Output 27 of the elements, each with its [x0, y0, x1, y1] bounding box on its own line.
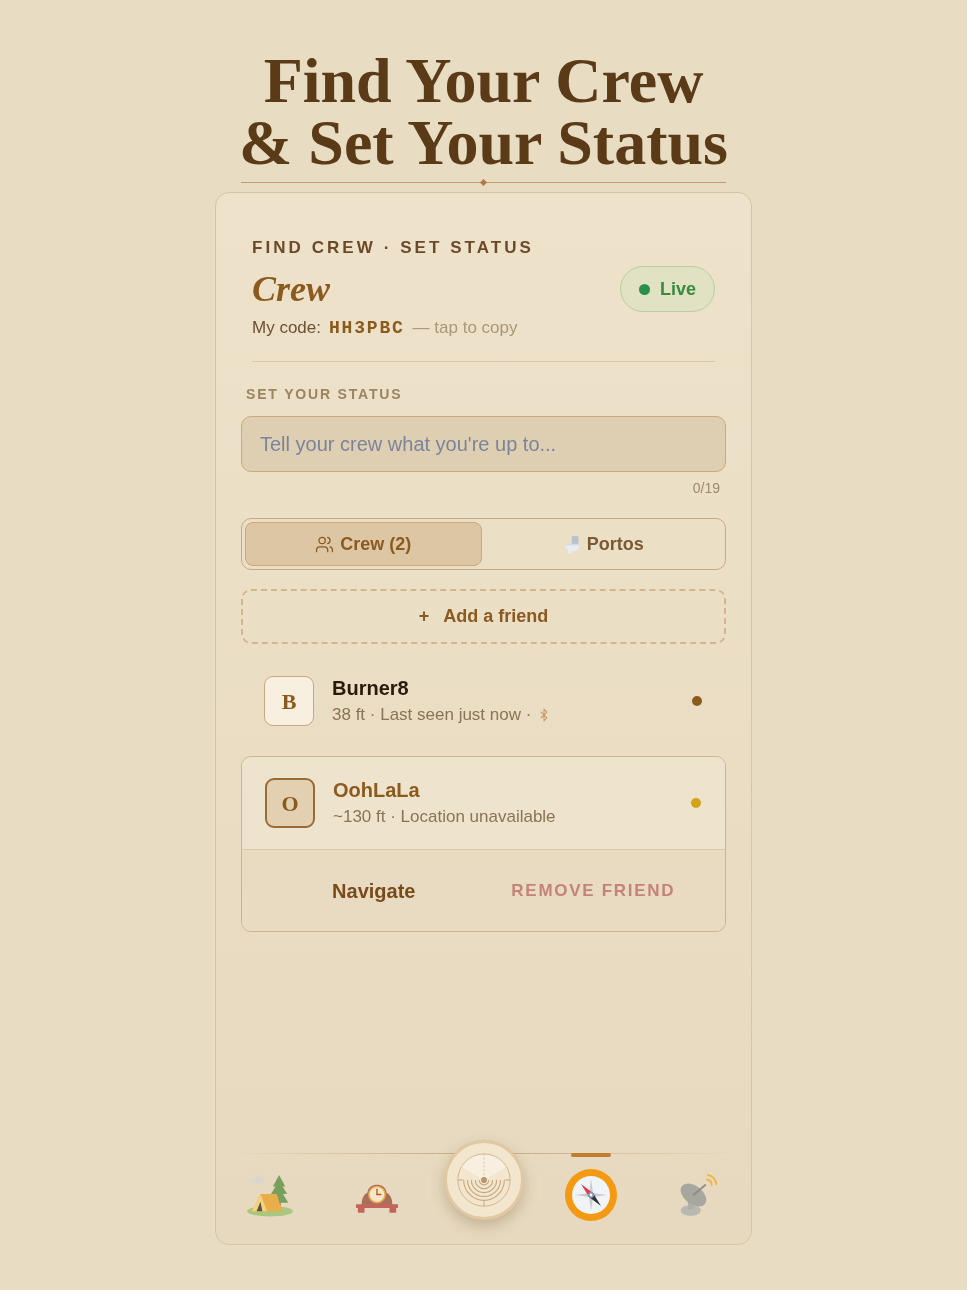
segment-tab[interactable]: Portos [485, 522, 722, 566]
friend-name: OohLaLa [333, 778, 421, 802]
compass-icon[interactable] [564, 1169, 617, 1221]
copy-hint: — tap to copy [412, 317, 518, 339]
status-input[interactable]: Tell your crew what you're up to... [241, 416, 726, 472]
code-label: My code: [252, 317, 321, 339]
friend-card[interactable]: O OohLaLa ~130 ft · Location unavailable Navigate REMOVE FRIEND [241, 756, 726, 932]
friend-code[interactable]: HH3PBC [329, 317, 405, 339]
friend-detail: ~130 ft · Location unavailable [333, 806, 556, 828]
screen-title: Crew [252, 268, 330, 311]
toilet-icon [563, 534, 581, 554]
section-eyebrow: FIND CREW · SET STATUS [252, 238, 535, 258]
initial-avatar: B [264, 676, 314, 726]
segment-tab[interactable]: Crew (2) [245, 522, 482, 566]
character-counter: 0/19 [692, 480, 720, 496]
friend-row[interactable]: B Burner8 38 ft · Last seen just now · [241, 664, 726, 738]
radar-button[interactable] [443, 1140, 524, 1220]
friend-name: Burner8 [332, 676, 410, 700]
navigate-button[interactable]: Navigate [332, 875, 416, 906]
people-icon [315, 534, 335, 554]
live-badge: Live [620, 266, 715, 312]
add-friend-button[interactable]: + Add a friend [241, 589, 726, 644]
tent-icon[interactable] [245, 1173, 294, 1217]
status-label: SET YOUR STATUS [245, 385, 404, 403]
friend-detail: 38 ft · Last seen just now · [332, 704, 532, 726]
page-headline: Find Your Crew & Set Your Status [239, 50, 728, 174]
initial-avatar: O [265, 778, 315, 828]
